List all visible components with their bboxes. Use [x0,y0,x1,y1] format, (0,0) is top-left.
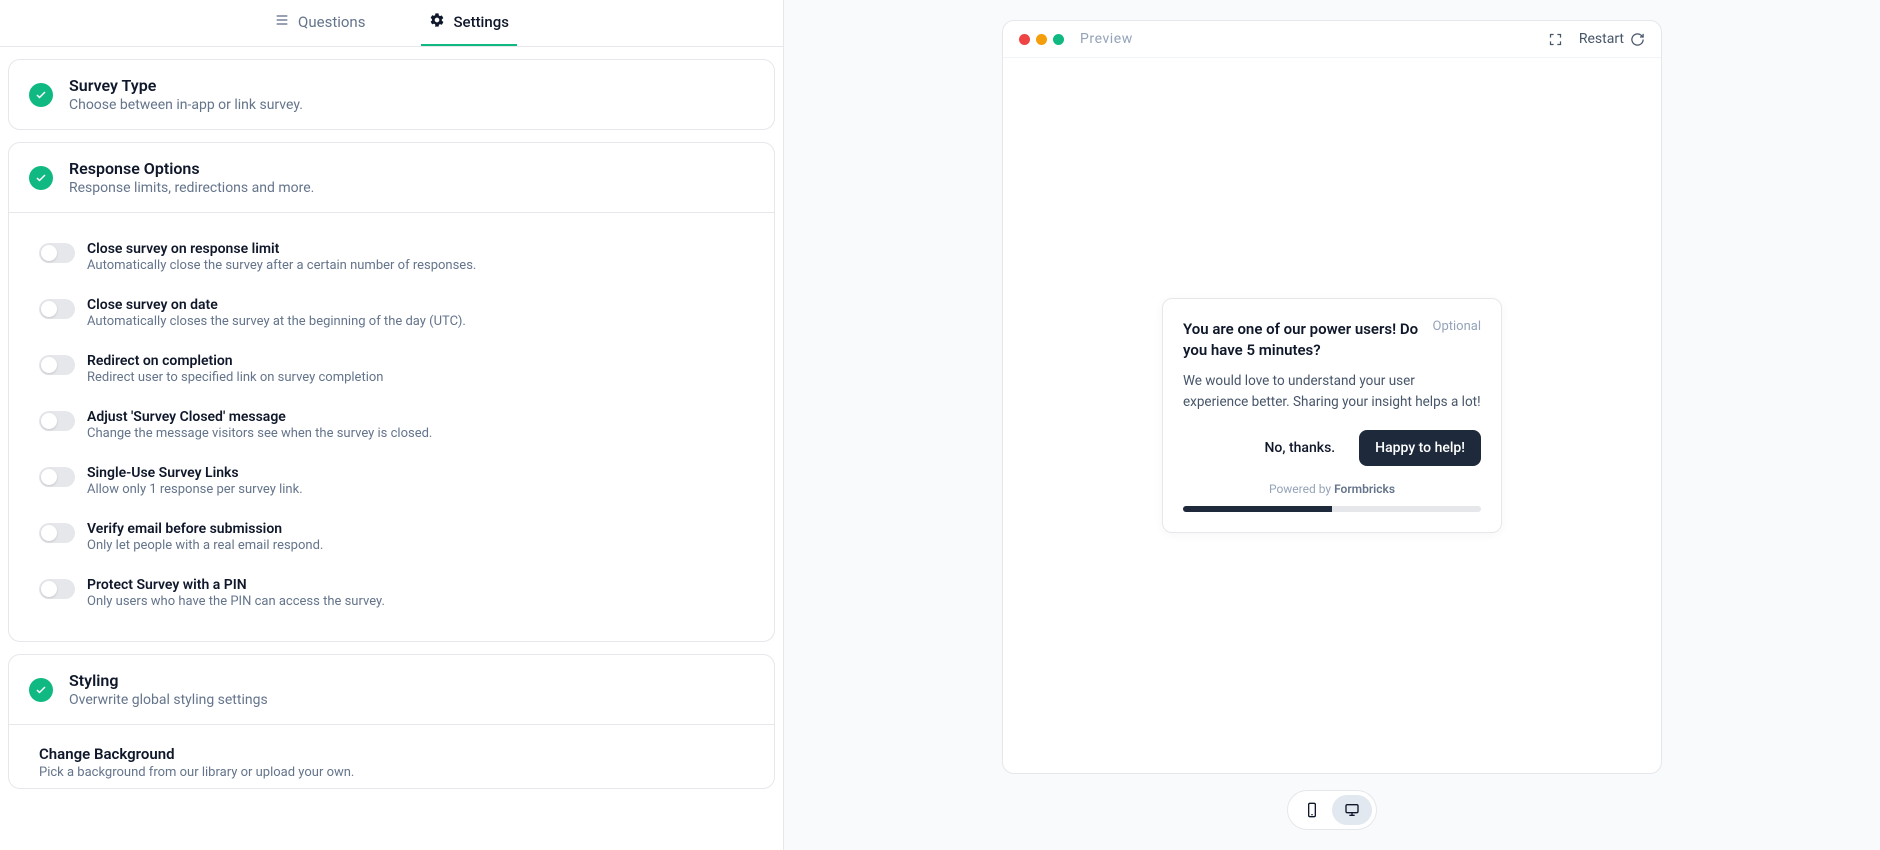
response-options-sub: Response limits, redirections and more. [69,180,314,196]
survey-yes-button[interactable]: Happy to help! [1359,430,1481,466]
device-desktop-button[interactable] [1332,795,1372,825]
survey-optional-label: Optional [1433,319,1481,361]
toggle-switch[interactable] [39,579,75,599]
survey-progress-bar [1183,506,1332,512]
preview-frame: Preview Restart You are one of our power… [1002,20,1662,774]
styling-sub: Overwrite global styling settings [69,692,268,708]
survey-type-sub: Choose between in-app or link survey. [69,97,303,113]
change-background-title: Change Background [39,745,744,763]
response-option-sub: Only let people with a real email respon… [87,538,323,553]
list-icon [274,12,290,32]
check-icon [29,678,53,702]
response-option-sub: Allow only 1 response per survey link. [87,482,303,497]
response-option-row: Verify email before submissionOnly let p… [39,509,744,565]
response-option-sub: Change the message visitors see when the… [87,426,432,441]
dot-close-icon [1019,34,1030,45]
survey-title: You are one of our power users! Do you h… [1183,319,1421,361]
response-option-title: Close survey on response limit [87,241,476,257]
survey-progress [1183,506,1481,512]
device-switch [1287,790,1377,830]
response-option-row: Protect Survey with a PINOnly users who … [39,565,744,621]
response-option-sub: Only users who have the PIN can access t… [87,594,385,609]
response-option-title: Single-Use Survey Links [87,465,303,481]
styling-title: Styling [69,671,268,690]
toggle-switch[interactable] [39,299,75,319]
restart-button[interactable]: Restart [1579,31,1645,47]
toggle-switch[interactable] [39,411,75,431]
response-options-title: Response Options [69,159,314,178]
styling-header[interactable]: Styling Overwrite global styling setting… [9,655,774,724]
toggle-switch[interactable] [39,355,75,375]
dot-max-icon [1053,34,1064,45]
card-styling: Styling Overwrite global styling setting… [8,654,775,789]
survey-card: You are one of our power users! Do you h… [1162,298,1502,533]
gear-icon [429,12,445,32]
survey-type-title: Survey Type [69,76,303,95]
powered-by[interactable]: Powered by Formbricks [1183,482,1481,496]
survey-description: We would love to understand your user ex… [1183,371,1481,412]
preview-label: Preview [1080,31,1133,47]
response-option-row: Adjust 'Survey Closed' messageChange the… [39,397,744,453]
card-survey-type[interactable]: Survey Type Choose between in-app or lin… [8,59,775,130]
powered-by-brand: Formbricks [1334,482,1395,496]
settings-scroll[interactable]: Survey Type Choose between in-app or lin… [0,47,783,850]
response-option-title: Protect Survey with a PIN [87,577,385,593]
response-option-title: Redirect on completion [87,353,383,369]
response-option-row: Redirect on completionRedirect user to s… [39,341,744,397]
tab-settings-label: Settings [453,13,509,31]
response-options-header[interactable]: Response Options Response limits, redire… [9,143,774,212]
restart-label: Restart [1579,31,1624,47]
tab-settings[interactable]: Settings [421,12,517,46]
response-option-row: Close survey on dateAutomatically closes… [39,285,744,341]
toggle-switch[interactable] [39,243,75,263]
editor-tabs: Questions Settings [0,0,783,47]
powered-by-prefix: Powered by [1269,482,1334,496]
check-icon [29,83,53,107]
toggle-switch[interactable] [39,467,75,487]
response-option-title: Close survey on date [87,297,466,313]
window-dots [1019,34,1064,45]
tab-questions[interactable]: Questions [266,12,373,46]
toggle-switch[interactable] [39,523,75,543]
survey-no-button[interactable]: No, thanks. [1251,430,1350,466]
response-option-sub: Redirect user to specified link on surve… [87,370,383,385]
card-response-options: Response Options Response limits, redire… [8,142,775,642]
tab-questions-label: Questions [298,13,365,31]
device-mobile-button[interactable] [1292,795,1332,825]
dot-min-icon [1036,34,1047,45]
change-background-sub: Pick a background from our library or up… [39,765,744,780]
response-option-sub: Automatically closes the survey at the b… [87,314,466,329]
response-option-title: Adjust 'Survey Closed' message [87,409,432,425]
fullscreen-button[interactable] [1548,32,1563,47]
response-option-sub: Automatically close the survey after a c… [87,258,476,273]
check-icon [29,166,53,190]
response-option-row: Close survey on response limitAutomatica… [39,229,744,285]
response-option-row: Single-Use Survey LinksAllow only 1 resp… [39,453,744,509]
response-option-title: Verify email before submission [87,521,323,537]
